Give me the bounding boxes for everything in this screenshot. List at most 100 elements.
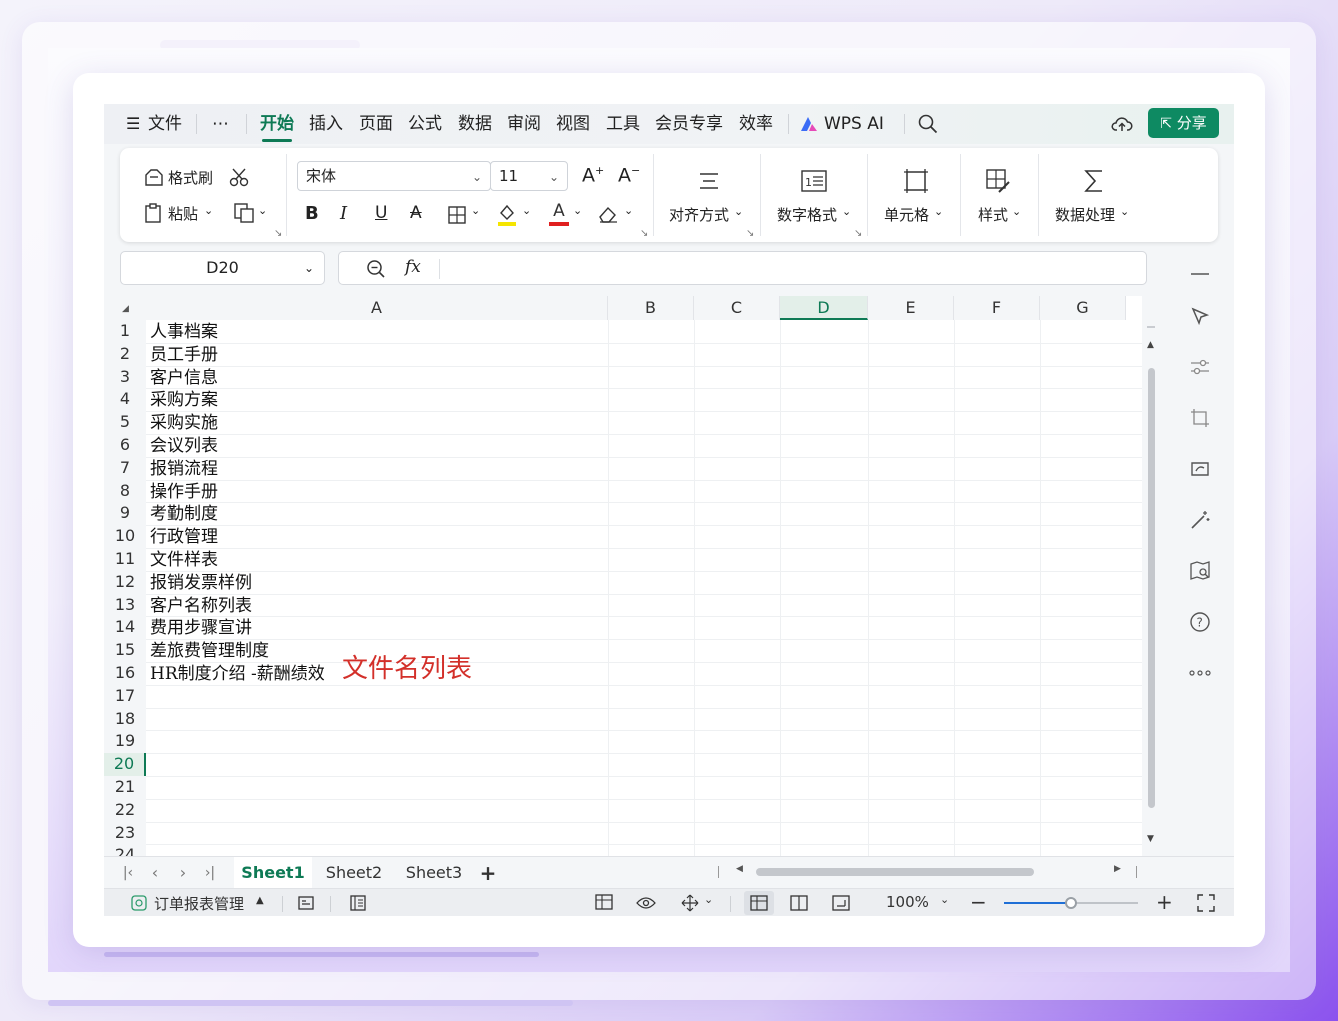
row-header[interactable]: 20 <box>104 753 146 776</box>
tab-insert[interactable]: 插入 <box>309 112 343 136</box>
underline-button[interactable]: U <box>375 203 387 223</box>
scroll-right-arrow-icon[interactable]: ▶ <box>1114 864 1121 874</box>
scroll-down-arrow-icon[interactable]: ▼ <box>1147 834 1154 844</box>
cell-a[interactable]: 报销发票样例 <box>150 572 252 595</box>
border-dropdown-chevron-icon[interactable]: ⌄ <box>471 204 480 217</box>
font-color-chevron-icon[interactable]: ⌄ <box>573 204 582 217</box>
fx-button[interactable]: fx <box>405 257 421 277</box>
workbook-name-button[interactable]: 订单报表管理 <box>154 893 244 914</box>
row-header[interactable]: 6 <box>104 434 146 457</box>
cell-a[interactable]: 行政管理 <box>150 526 218 549</box>
data-process-button[interactable]: 数据处理 <box>1055 204 1115 225</box>
cell-a[interactable]: 文件样表 <box>150 549 218 572</box>
fill-color-chevron-icon[interactable]: ⌄ <box>522 204 531 217</box>
cell-a[interactable]: 考勤制度 <box>150 503 218 526</box>
row-header[interactable]: 1 <box>104 320 146 343</box>
border-icon[interactable] <box>446 204 468 226</box>
decrease-font-size-icon[interactable]: A− <box>618 164 640 186</box>
column-header-f[interactable]: F <box>954 296 1040 320</box>
column-header-e[interactable]: E <box>868 296 954 320</box>
cell-a[interactable]: 操作手册 <box>150 481 218 504</box>
row-header[interactable]: 22 <box>104 798 146 822</box>
workbook-menu-caret-icon[interactable]: ▲ <box>256 895 264 906</box>
clipboard-launcher-icon[interactable]: ↘ <box>274 228 282 239</box>
row-header[interactable]: 8 <box>104 479 146 503</box>
move-icon[interactable] <box>679 893 701 913</box>
select-all-corner[interactable]: ◢ <box>104 296 146 320</box>
scroll-split-handle[interactable] <box>1147 326 1155 328</box>
row-header[interactable]: 13 <box>104 593 146 617</box>
cell-a[interactable]: 客户名称列表 <box>150 595 252 618</box>
row-header[interactable]: 4 <box>104 388 146 412</box>
column-header-d[interactable]: D <box>780 296 868 320</box>
column-header-g[interactable]: G <box>1040 296 1126 320</box>
eraser-chevron-icon[interactable]: ⌄ <box>624 204 633 217</box>
move-chevron-icon[interactable]: ⌄ <box>704 893 713 906</box>
zoom-search-icon[interactable] <box>365 258 387 280</box>
paste-dropdown-chevron-icon[interactable]: ⌄ <box>204 204 213 217</box>
help-icon[interactable]: ? <box>1186 608 1214 636</box>
row-header[interactable]: 21 <box>104 776 146 799</box>
cell-a[interactable]: 报销流程 <box>150 458 218 481</box>
cell-a[interactable]: HR制度介绍 -薪酬绩效 <box>150 663 325 686</box>
align-launcher-icon[interactable]: ↘ <box>746 228 754 239</box>
row-header[interactable]: 3 <box>104 365 146 389</box>
fill-color-icon[interactable] <box>495 202 519 228</box>
row-header[interactable]: 9 <box>104 502 146 526</box>
tab-data[interactable]: 数据 <box>458 112 492 136</box>
cell-button[interactable]: 单元格 <box>884 204 929 225</box>
crop-icon[interactable] <box>1186 404 1214 432</box>
first-sheet-icon[interactable]: |‹ <box>120 857 136 889</box>
spreadsheet-grid[interactable]: ◢ ABCDEFG 1 人事档案 2 员工手册 3 客户信息 4 采购方案 5 采购实施 6 会议列表… <box>104 296 1142 864</box>
zoom-level[interactable]: 100% <box>886 893 929 911</box>
row-header[interactable]: 11 <box>104 548 146 571</box>
column-header-b[interactable]: B <box>608 296 694 320</box>
row-header[interactable]: 12 <box>104 570 146 594</box>
number-format-button[interactable]: 数字格式 <box>777 204 837 225</box>
font-launcher-icon[interactable]: ↘ <box>640 228 648 239</box>
strikethrough-button[interactable]: A <box>410 203 422 223</box>
share-button[interactable]: ⇱ 分享 <box>1148 108 1219 138</box>
next-sheet-icon[interactable]: › <box>176 857 190 889</box>
cell-a[interactable]: 会议列表 <box>150 435 218 458</box>
zoom-chevron-icon[interactable]: ⌄ <box>940 893 949 906</box>
font-color-icon[interactable]: A <box>547 200 571 228</box>
tab-member[interactable]: 会员专享 <box>655 112 723 136</box>
cell-a[interactable]: 采购方案 <box>150 389 218 412</box>
zoom-slider-knob[interactable] <box>1065 897 1077 909</box>
file-menu[interactable]: 文件 <box>148 112 182 136</box>
magic-icon[interactable] <box>1186 506 1214 534</box>
style-button[interactable]: 样式 <box>978 204 1008 225</box>
sliders-icon[interactable] <box>1186 353 1214 381</box>
book-search-icon[interactable] <box>1186 557 1214 585</box>
italic-button[interactable]: I <box>340 203 347 224</box>
document-info-icon[interactable] <box>348 893 368 913</box>
eye-icon[interactable] <box>635 893 657 913</box>
reading-view-icon[interactable] <box>830 893 852 913</box>
tab-page[interactable]: 页面 <box>359 112 393 136</box>
page-break-view-icon[interactable] <box>788 893 810 913</box>
cell-a[interactable]: 员工手册 <box>150 344 218 367</box>
cell-a[interactable]: 差旅费管理制度 <box>150 640 269 663</box>
bold-button[interactable]: B <box>305 203 319 224</box>
align-button[interactable]: 对齐方式 <box>669 204 729 225</box>
row-header[interactable]: 19 <box>104 730 146 754</box>
pointer-icon[interactable] <box>1186 302 1214 330</box>
add-sheet-button[interactable]: + <box>478 857 498 889</box>
tab-home[interactable]: 开始 <box>260 112 294 142</box>
zoom-out-button[interactable]: − <box>970 890 987 914</box>
vertical-scrollbar[interactable]: ▲ ▼ <box>1144 320 1158 856</box>
zoom-in-button[interactable]: + <box>1156 890 1173 914</box>
column-header-a[interactable]: A <box>146 296 608 320</box>
increase-font-size-icon[interactable]: A+ <box>582 164 604 186</box>
cut-icon[interactable] <box>228 166 252 188</box>
copy-icon[interactable] <box>232 202 256 224</box>
eraser-icon[interactable] <box>596 203 620 225</box>
last-sheet-icon[interactable]: ›| <box>202 857 218 889</box>
more-menu-button[interactable]: ⋯ <box>212 112 229 136</box>
zoom-slider-track[interactable] <box>1004 897 1138 909</box>
tab-review[interactable]: 审阅 <box>507 112 541 136</box>
sheet-tab-2[interactable]: Sheet2 <box>318 857 390 889</box>
normal-view-icon[interactable] <box>744 891 774 915</box>
row-header[interactable]: 7 <box>104 456 146 480</box>
